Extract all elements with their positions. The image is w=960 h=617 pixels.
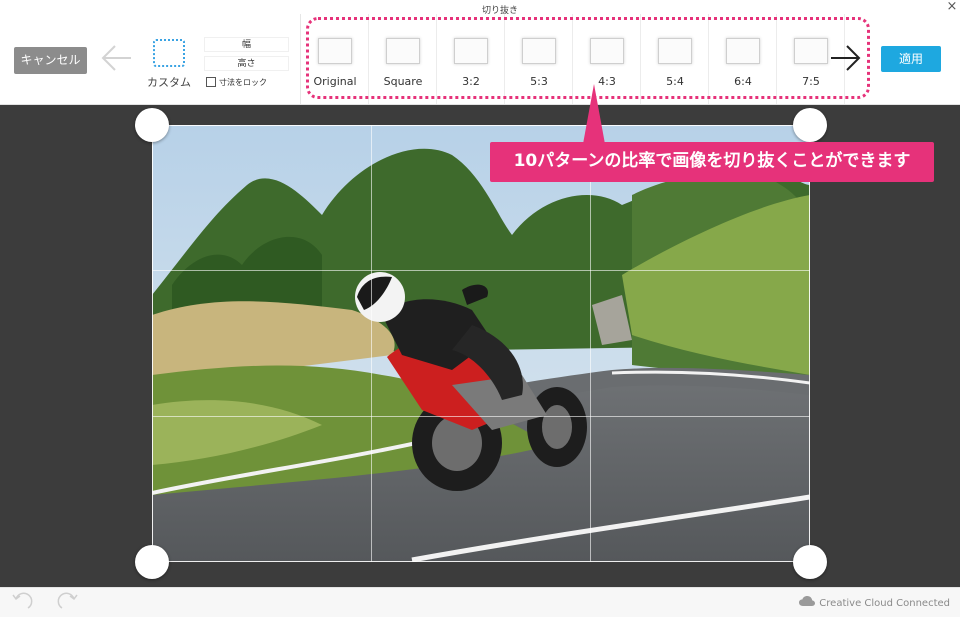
annotation-callout: 10パターンの比率で画像を切り抜くことができます (490, 142, 934, 182)
motorcycle-photo (152, 125, 810, 562)
height-field[interactable]: 高さ (204, 56, 289, 71)
grid-line-h1 (152, 270, 810, 271)
ratio-option-5-4[interactable]: 5:4 (641, 14, 709, 104)
crop-handle-top-left[interactable] (135, 108, 169, 142)
custom-ratio-option[interactable]: カスタム (143, 36, 195, 92)
ratio-label: 3:2 (462, 75, 480, 88)
callout-pointer (583, 84, 605, 144)
ratio-label: 6:4 (734, 75, 752, 88)
ratio-label: Square (383, 75, 423, 88)
redo-icon[interactable] (56, 591, 80, 613)
ratio-preview-icon (386, 38, 420, 64)
ratio-option-original[interactable]: Original (301, 14, 369, 104)
creative-cloud-status-label: Creative Cloud Connected (819, 597, 950, 609)
crop-handle-bottom-left[interactable] (135, 545, 169, 579)
ratio-preview-icon (590, 38, 624, 64)
apply-button[interactable]: 適用 (881, 46, 941, 72)
ratio-label: 5:4 (666, 75, 684, 88)
undo-icon[interactable] (10, 591, 34, 613)
ratio-option-3-2[interactable]: 3:2 (437, 14, 505, 104)
ratio-label: 5:3 (530, 75, 548, 88)
ratio-preview-icon (318, 38, 352, 64)
ratio-option-square[interactable]: Square (369, 14, 437, 104)
lock-dimensions-checkbox[interactable] (206, 77, 216, 87)
ratio-option-5-3[interactable]: 5:3 (505, 14, 573, 104)
custom-ratio-label: カスタム (147, 76, 191, 89)
ratio-preview-icon (794, 38, 828, 64)
custom-ratio-icon (153, 39, 185, 67)
crop-handle-top-right[interactable] (793, 108, 827, 142)
grid-line-v2 (590, 125, 591, 562)
grid-line-v1 (371, 125, 372, 562)
status-bar: Creative Cloud Connected (0, 587, 960, 617)
ratio-label: 7:5 (802, 75, 820, 88)
creative-cloud-icon (799, 596, 816, 610)
aspect-ratio-strip: Original Square 3:2 5:3 4:3 5:4 6:4 7:5 (301, 14, 845, 104)
ratio-preview-icon (658, 38, 692, 64)
crop-handle-bottom-right[interactable] (793, 545, 827, 579)
lock-dimensions[interactable]: 寸法をロック (206, 76, 267, 88)
crop-toolbar: キャンセル カスタム 幅 高さ 寸法をロック 切り抜き Original Squa… (0, 0, 960, 105)
ratio-label: Original (313, 75, 357, 88)
ratio-option-6-4[interactable]: 6:4 (709, 14, 777, 104)
width-field[interactable]: 幅 (204, 37, 289, 52)
lock-dimensions-label: 寸法をロック (219, 77, 267, 87)
close-icon[interactable]: × (944, 0, 960, 14)
creative-cloud-status: Creative Cloud Connected (799, 596, 950, 610)
cancel-button[interactable]: キャンセル (14, 47, 87, 74)
arrow-left-icon[interactable] (100, 42, 134, 74)
ratio-preview-icon (454, 38, 488, 64)
ratio-preview-icon (726, 38, 760, 64)
ratio-preview-icon (522, 38, 556, 64)
grid-line-h2 (152, 416, 810, 417)
arrow-right-icon[interactable] (828, 42, 862, 74)
